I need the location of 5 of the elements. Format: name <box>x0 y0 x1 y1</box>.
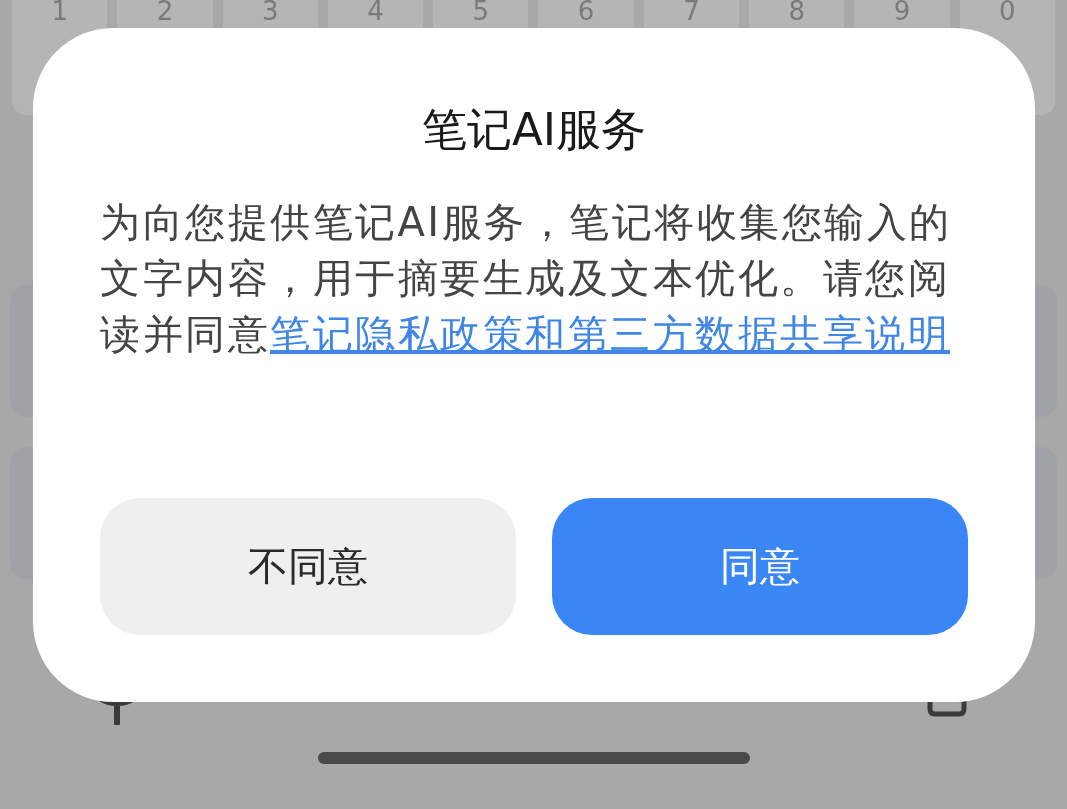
agree-button[interactable]: 同意 <box>552 498 968 635</box>
privacy-policy-link[interactable]: 笔记隐私政策和第三方数据共享说明 <box>270 311 950 357</box>
disagree-button[interactable]: 不同意 <box>100 498 516 635</box>
dialog-title: 笔记AI服务 <box>420 102 648 158</box>
dialog-message: 为向您提供笔记AI服务，笔记将收集您输入的文字内容，用于摘要生成及文本优化。请您阅读并同意笔记隐私政策和第三方数据共享说明 <box>100 198 953 359</box>
